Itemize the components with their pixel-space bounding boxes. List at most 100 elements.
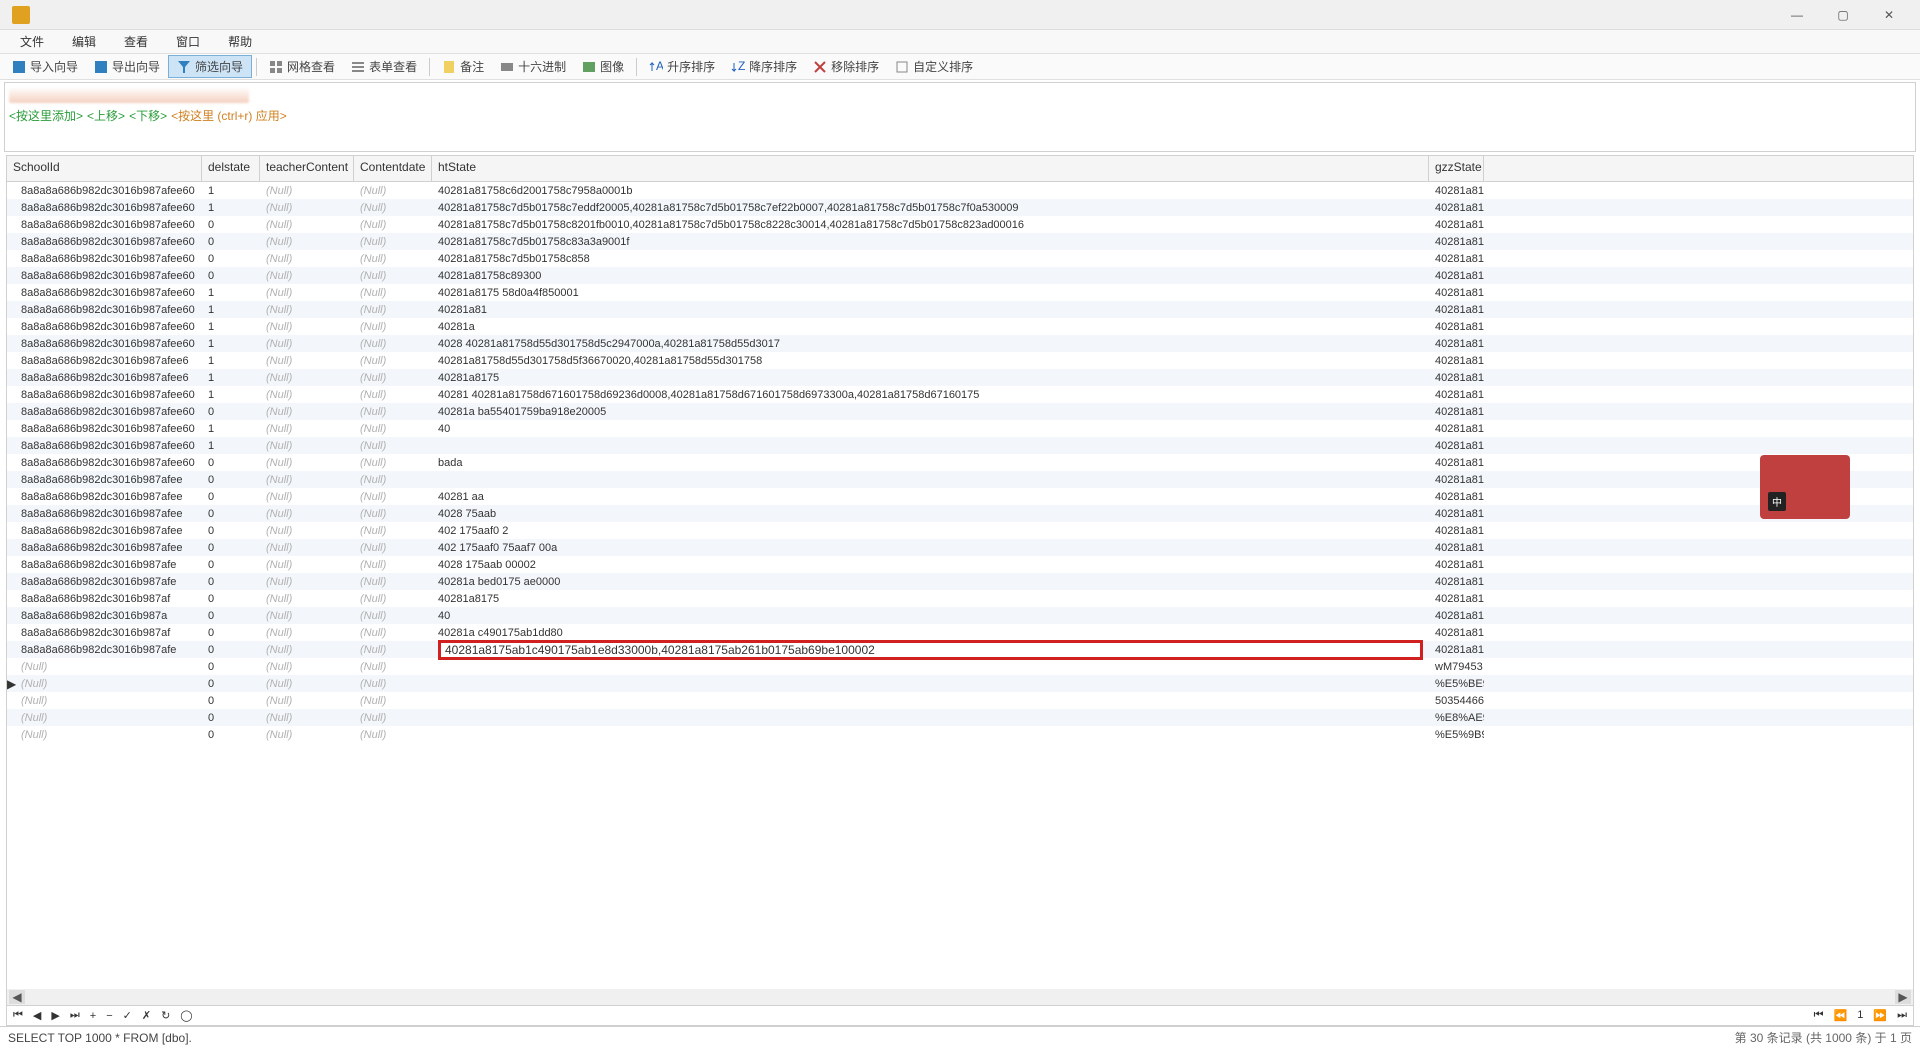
table-row[interactable]: 8a8a8a686b982dc3016b987afee600(Null)(Nul… (7, 403, 1913, 420)
sort-asc-button[interactable]: A升序排序 (641, 56, 723, 77)
minimize-button[interactable]: — (1774, 0, 1820, 30)
table-row[interactable]: (Null)0(Null)(Null)%E5%9B9 (7, 726, 1913, 743)
table-row[interactable]: (Null)0(Null)(Null)wM79453 (7, 658, 1913, 675)
close-button[interactable]: ✕ (1866, 0, 1912, 30)
table-row[interactable]: (Null)0(Null)(Null)50354466 (7, 692, 1913, 709)
horizontal-scrollbar[interactable]: ◀ ▶ (7, 989, 1913, 1005)
filter-icon (177, 60, 191, 74)
menu-help[interactable]: 帮助 (216, 31, 264, 52)
grid-body[interactable]: 8a8a8a686b982dc3016b987afee601(Null)(Nul… (7, 182, 1913, 989)
filter-hints: <按这里添加> <上移> <下移> <按这里 (ctrl+r) 应用> (9, 107, 287, 124)
table-row[interactable]: 8a8a8a686b982dc3016b987afee600(Null)(Nul… (7, 267, 1913, 284)
highlighted-cell: 40281a8175ab1c490175ab1e8d33000b,40281a8… (438, 640, 1423, 660)
table-row[interactable]: 8a8a8a686b982dc3016b987afee0(Null)(Null)… (7, 539, 1913, 556)
column-contentdate[interactable]: Contentdate (354, 156, 432, 181)
filter-down-hint[interactable]: <下移> (129, 107, 167, 124)
nav-cancel-button[interactable]: ✗ (140, 1009, 153, 1022)
filter-wizard-button[interactable]: 筛选向导 (168, 55, 252, 78)
table-row[interactable]: 8a8a8a686b982dc3016b987af0(Null)(Null)40… (7, 590, 1913, 607)
table-row[interactable]: 8a8a8a686b982dc3016b987afee601(Null)(Nul… (7, 386, 1913, 403)
hex-button[interactable]: 十六进制 (492, 56, 574, 77)
scroll-right-button[interactable]: ▶ (1895, 990, 1911, 1004)
page-first-button[interactable]: ⏮ (1812, 1009, 1826, 1022)
sort-desc-icon: Z (731, 60, 745, 74)
memo-button[interactable]: 备注 (434, 56, 492, 77)
remove-sort-button[interactable]: 移除排序 (805, 56, 887, 77)
record-navigator: ⏮ ◀ ▶ ⏭ + − ✓ ✗ ↻ ◯ ⏮ ⏪ 1 ⏩ ⏭ (6, 1006, 1914, 1026)
table-row[interactable]: 8a8a8a686b982dc3016b987afee600(Null)(Nul… (7, 233, 1913, 250)
export-wizard-button[interactable]: 导出向导 (86, 56, 168, 77)
menu-view[interactable]: 查看 (112, 31, 160, 52)
column-htstate[interactable]: htState (432, 156, 1429, 181)
app-icon (12, 6, 30, 24)
menu-window[interactable]: 窗口 (164, 31, 212, 52)
menu-file[interactable]: 文件 (8, 31, 56, 52)
filter-up-hint[interactable]: <上移> (87, 107, 125, 124)
custom-sort-button[interactable]: 自定义排序 (887, 56, 981, 77)
filter-condition-blur (9, 87, 249, 103)
nav-first-button[interactable]: ⏮ (11, 1009, 25, 1022)
nav-commit-button[interactable]: ✓ (121, 1009, 134, 1022)
grid-icon (269, 60, 283, 74)
table-row[interactable]: 8a8a8a686b982dc3016b987afe0(Null)(Null)4… (7, 556, 1913, 573)
table-row[interactable]: 8a8a8a686b982dc3016b987afee601(Null)(Nul… (7, 437, 1913, 454)
table-row[interactable]: ▶(Null)0(Null)(Null)%E5%BE9 (7, 675, 1913, 692)
data-grid: SchoolId delstate teacherContent Content… (6, 155, 1914, 1006)
table-row[interactable]: 8a8a8a686b982dc3016b987afee61(Null)(Null… (7, 369, 1913, 386)
table-row[interactable]: 8a8a8a686b982dc3016b987afee601(Null)(Nul… (7, 318, 1913, 335)
table-row[interactable]: 8a8a8a686b982dc3016b987a0(Null)(Null)404… (7, 607, 1913, 624)
maximize-button[interactable]: ▢ (1820, 0, 1866, 30)
nav-prev-button[interactable]: ◀ (31, 1009, 43, 1022)
column-schoolid[interactable]: SchoolId (7, 156, 202, 181)
status-sql: SELECT TOP 1000 * FROM [dbo]. (8, 1031, 192, 1045)
table-row[interactable]: (Null)0(Null)(Null)%E8%AE9 (7, 709, 1913, 726)
nav-delete-button[interactable]: − (104, 1010, 114, 1022)
statusbar: SELECT TOP 1000 * FROM [dbo]. 第 30 条记录 (… (0, 1026, 1920, 1048)
table-row[interactable]: 8a8a8a686b982dc3016b987afee601(Null)(Nul… (7, 284, 1913, 301)
table-row[interactable]: 8a8a8a686b982dc3016b987afe0(Null)(Null)4… (7, 573, 1913, 590)
table-row[interactable]: 8a8a8a686b982dc3016b987afee0(Null)(Null)… (7, 522, 1913, 539)
export-icon (94, 60, 108, 74)
nav-add-button[interactable]: + (88, 1010, 98, 1022)
import-wizard-button[interactable]: 导入向导 (4, 56, 86, 77)
form-icon (351, 60, 365, 74)
sort-desc-button[interactable]: Z降序排序 (723, 56, 805, 77)
filter-add-hint[interactable]: <按这里添加> (9, 107, 83, 124)
page-next-button[interactable]: ⏩ (1871, 1009, 1889, 1022)
table-row[interactable]: 8a8a8a686b982dc3016b987afee61(Null)(Null… (7, 352, 1913, 369)
menubar: 文件 编辑 查看 窗口 帮助 (0, 30, 1920, 54)
page-prev-button[interactable]: ⏪ (1832, 1009, 1850, 1022)
table-row[interactable]: 8a8a8a686b982dc3016b987afee601(Null)(Nul… (7, 420, 1913, 437)
ime-avatar-widget[interactable] (1760, 455, 1850, 519)
table-row[interactable]: 8a8a8a686b982dc3016b987afee0(Null)(Null)… (7, 488, 1913, 505)
titlebar: — ▢ ✕ (0, 0, 1920, 30)
page-last-button[interactable]: ⏭ (1895, 1009, 1909, 1022)
form-view-button[interactable]: 表单查看 (343, 56, 425, 77)
nav-last-button[interactable]: ⏭ (68, 1009, 82, 1022)
table-row[interactable]: 8a8a8a686b982dc3016b987afee0(Null)(Null)… (7, 505, 1913, 522)
table-row[interactable]: 8a8a8a686b982dc3016b987afe0(Null)(Null)4… (7, 641, 1913, 658)
separator (256, 58, 257, 76)
menu-edit[interactable]: 编辑 (60, 31, 108, 52)
grid-header: SchoolId delstate teacherContent Content… (7, 156, 1913, 182)
custom-sort-icon (895, 60, 909, 74)
nav-stop-button[interactable]: ◯ (178, 1009, 194, 1022)
scroll-left-button[interactable]: ◀ (9, 990, 25, 1004)
nav-next-button[interactable]: ▶ (49, 1009, 61, 1022)
column-teachercontent[interactable]: teacherContent (260, 156, 354, 181)
table-row[interactable]: 8a8a8a686b982dc3016b987af0(Null)(Null)40… (7, 624, 1913, 641)
table-row[interactable]: 8a8a8a686b982dc3016b987afee600(Null)(Nul… (7, 216, 1913, 233)
column-gzzstate[interactable]: gzzState (1429, 156, 1484, 181)
filter-apply-hint[interactable]: <按这里 (ctrl+r) 应用> (171, 107, 287, 124)
grid-view-button[interactable]: 网格查看 (261, 56, 343, 77)
nav-refresh-button[interactable]: ↻ (159, 1009, 172, 1022)
table-row[interactable]: 8a8a8a686b982dc3016b987afee601(Null)(Nul… (7, 335, 1913, 352)
table-row[interactable]: 8a8a8a686b982dc3016b987afee601(Null)(Nul… (7, 182, 1913, 199)
table-row[interactable]: 8a8a8a686b982dc3016b987afee600(Null)(Nul… (7, 250, 1913, 267)
table-row[interactable]: 8a8a8a686b982dc3016b987afee601(Null)(Nul… (7, 199, 1913, 216)
table-row[interactable]: 8a8a8a686b982dc3016b987afee0(Null)(Null)… (7, 471, 1913, 488)
column-delstate[interactable]: delstate (202, 156, 260, 181)
table-row[interactable]: 8a8a8a686b982dc3016b987afee600(Null)(Nul… (7, 454, 1913, 471)
table-row[interactable]: 8a8a8a686b982dc3016b987afee601(Null)(Nul… (7, 301, 1913, 318)
image-button[interactable]: 图像 (574, 56, 632, 77)
